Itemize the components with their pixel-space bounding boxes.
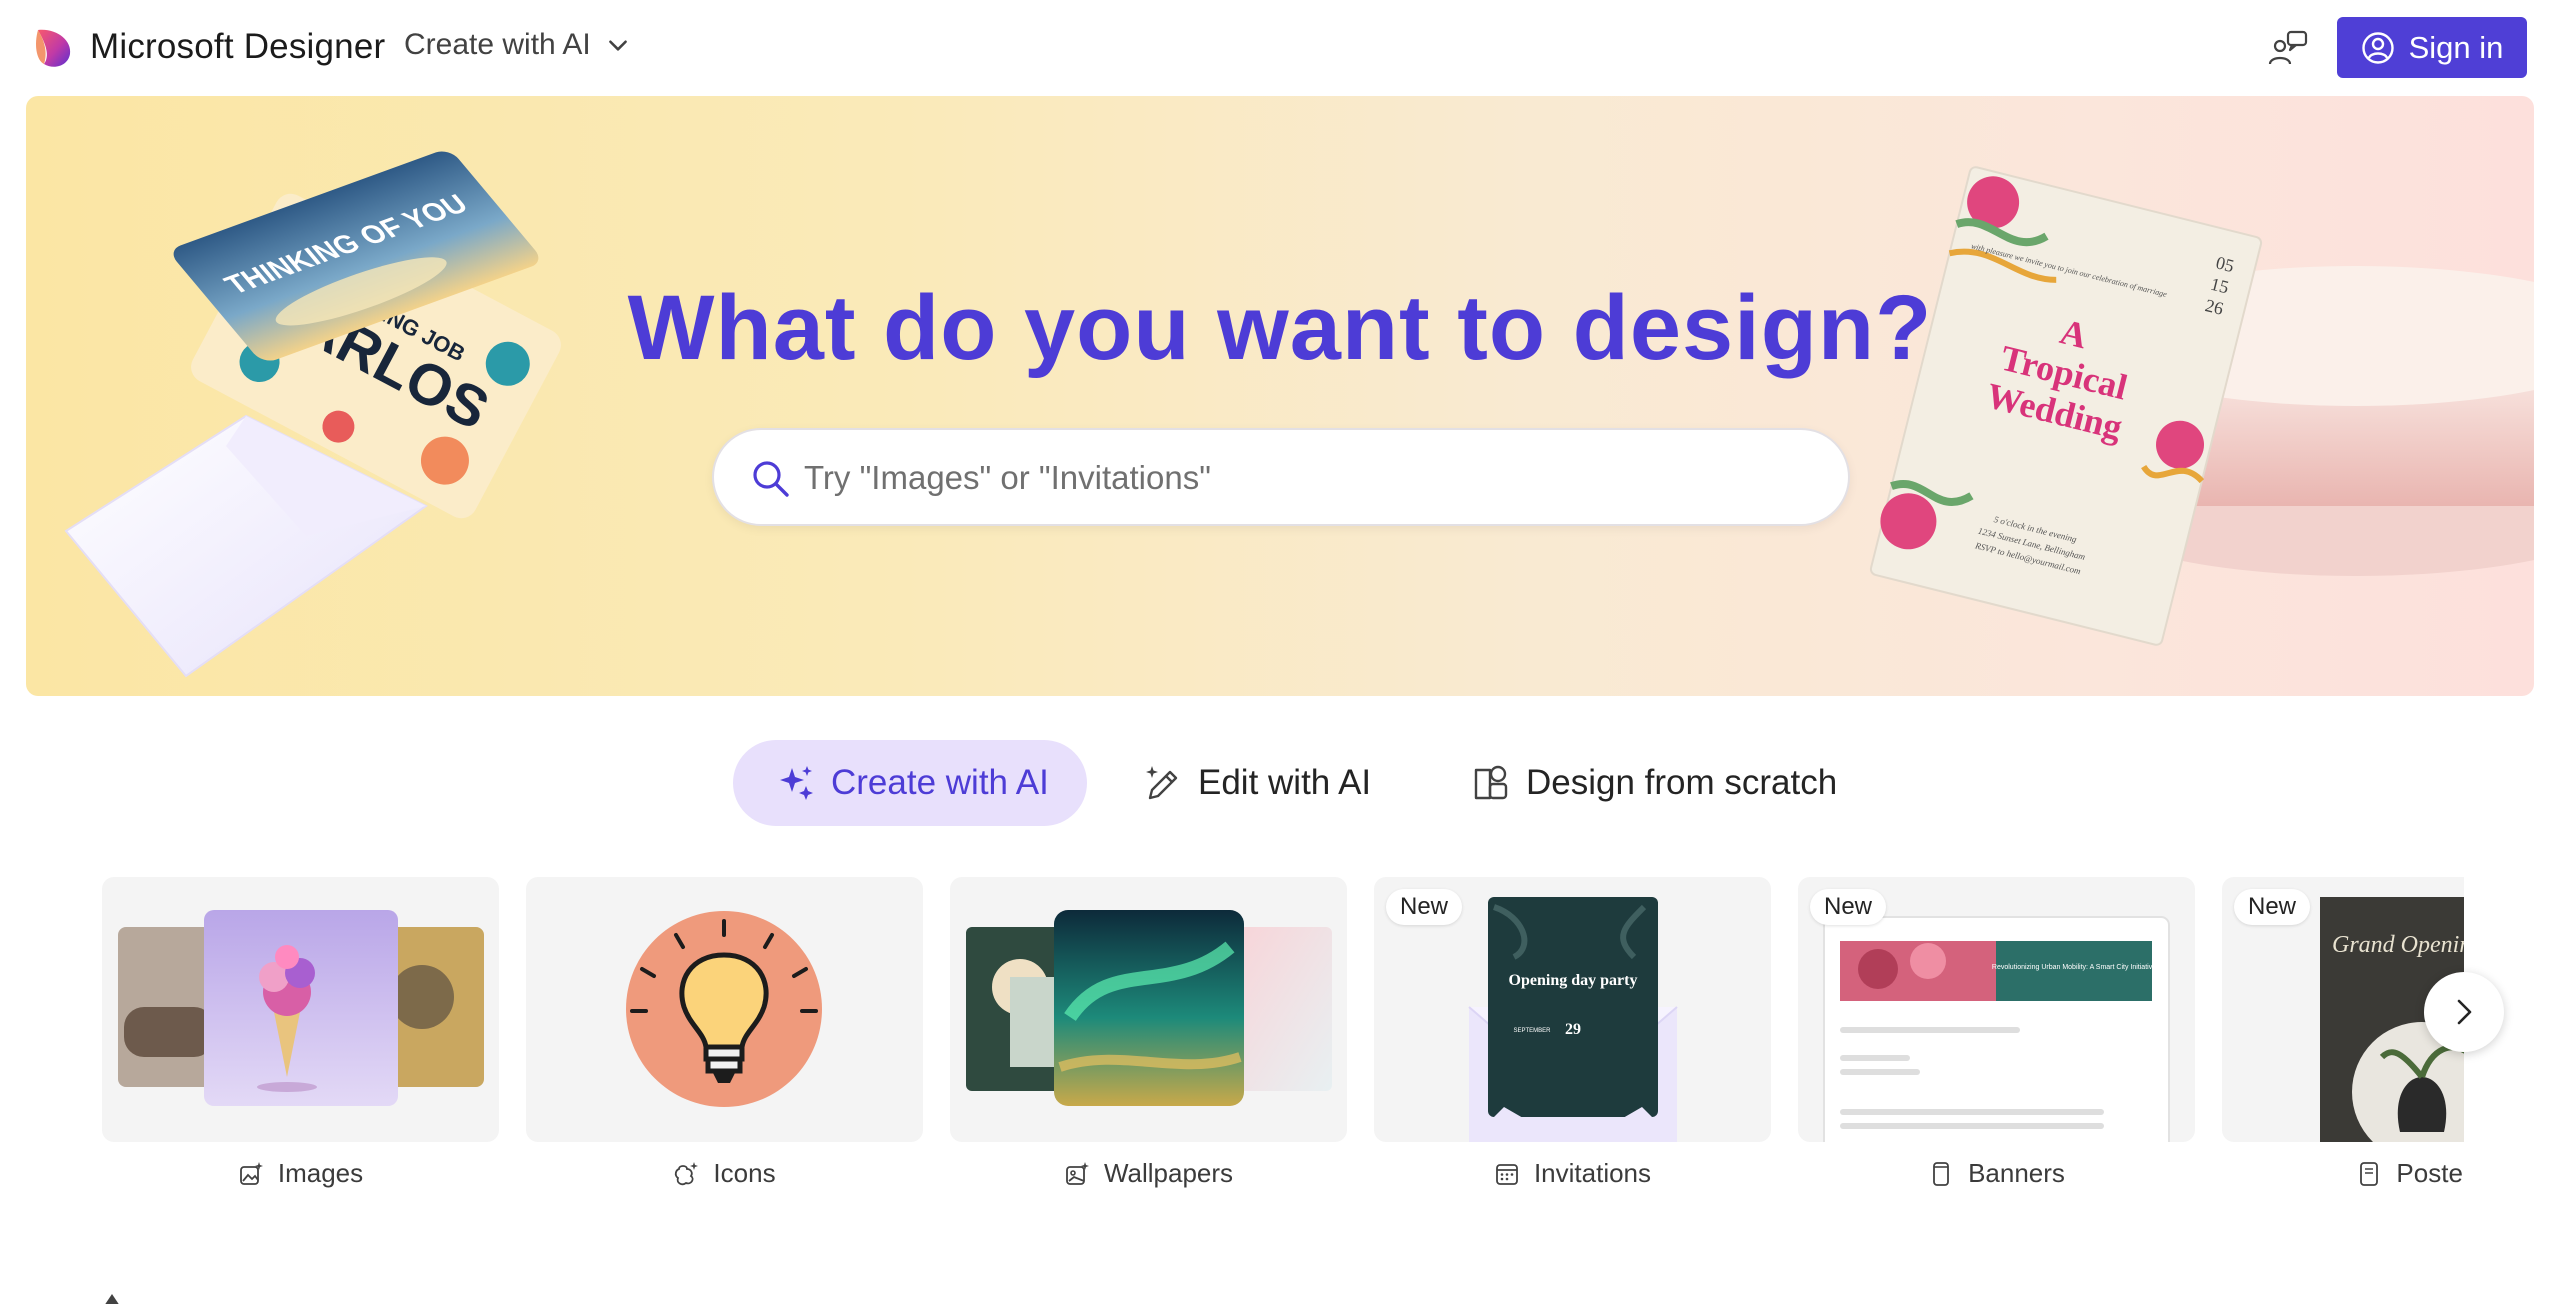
wedding-invitation-illustration: 05 15 26 with pleasure we invite you to … — [1869, 166, 2534, 646]
document-icon — [2360, 1161, 2379, 1186]
card-invitations-preview: Opening day party SEPTEMBER 29 New — [1374, 877, 1771, 1142]
category-carousel: Images Icons Wallpapers Opening day part… — [102, 877, 2464, 1217]
hero-banner: AMAZING JOB CARLOS THINKING OF YOU What … — [26, 96, 2534, 696]
card-images-label: Images — [277, 1158, 364, 1188]
top-bar: Microsoft Designer Create with AI Sign i… — [0, 0, 2560, 96]
card-posters-label: Posters — [2396, 1158, 2464, 1188]
carousel-next-button[interactable] — [2424, 972, 2504, 1052]
invite-preview-day: 29 — [1565, 1021, 1581, 1038]
new-badge: New — [1386, 889, 1463, 925]
feedback-icon[interactable] — [2266, 26, 2310, 70]
card-banners-caption: Banners — [1798, 1158, 2195, 1189]
card-wallpapers-label: Wallpapers — [1103, 1158, 1234, 1188]
card-images[interactable]: Images — [102, 877, 499, 1217]
card-posters[interactable]: Grand Opening New Posters — [2222, 877, 2464, 1217]
card-icons-caption: Icons — [526, 1158, 923, 1189]
new-badge: New — [1810, 889, 1887, 925]
card-wallpapers-caption: Wallpapers — [950, 1158, 1347, 1189]
card-wallpapers[interactable]: Wallpapers — [950, 877, 1347, 1217]
wallpapers-preview-art — [966, 910, 1332, 1106]
search-input[interactable] — [804, 450, 1814, 506]
card-images-preview — [102, 877, 499, 1142]
pen-sparkle-icon — [1146, 766, 1178, 800]
shapes-icon — [1474, 765, 1508, 800]
card-invitations[interactable]: Opening day party SEPTEMBER 29 New Invit… — [1374, 877, 1771, 1217]
card-icons[interactable]: Icons — [526, 877, 923, 1217]
sign-in-button[interactable]: Sign in — [2337, 17, 2527, 78]
tab-create-with-ai-label: Create with AI — [831, 763, 1049, 802]
icons-preview-art — [626, 911, 822, 1107]
phone-icon — [1933, 1161, 1949, 1186]
brand-name[interactable]: Microsoft Designer — [90, 27, 385, 67]
poster-preview-title: Grand Opening — [2332, 932, 2464, 958]
tab-edit-with-ai[interactable]: Edit with AI — [1142, 740, 1371, 826]
design-search-bar[interactable] — [712, 428, 1850, 526]
greeting-cards-illustration: AMAZING JOB CARLOS THINKING OF YOU — [64, 151, 561, 678]
tab-design-from-scratch-label: Design from scratch — [1526, 763, 1838, 802]
chevron-down-icon — [608, 40, 627, 51]
tab-create-with-ai[interactable]: Create with AI — [733, 740, 1087, 826]
card-banners[interactable]: Revolutionizing Urban Mobility: A Smart … — [1798, 877, 2195, 1217]
mode-tabs: Create with AI Edit with AI Design from … — [0, 740, 2560, 826]
card-banners-label: Banners — [1968, 1158, 2065, 1188]
card-images-caption: Images — [102, 1158, 499, 1189]
invite-preview-title: Opening day party — [1509, 972, 1638, 989]
invite-preview-month: SEPTEMBER — [1513, 1028, 1551, 1034]
sign-in-label: Sign in — [2408, 29, 2504, 65]
image-sparkle-icon — [239, 1161, 263, 1185]
icon-sparkle-icon — [675, 1161, 699, 1185]
card-wallpapers-preview — [950, 877, 1347, 1142]
card-posters-caption: Posters — [2222, 1158, 2464, 1189]
create-menu-label: Create with AI — [404, 28, 591, 61]
caret-up-icon — [105, 1294, 119, 1304]
tab-design-from-scratch[interactable]: Design from scratch — [1470, 740, 1837, 826]
images-preview-art — [118, 910, 484, 1106]
chevron-right-icon — [2457, 999, 2472, 1025]
banner-preview-title: Revolutionizing Urban Mobility: A Smart … — [1992, 964, 2156, 971]
create-with-ai-menu[interactable]: Create with AI — [404, 28, 631, 62]
card-icons-label: Icons — [713, 1158, 776, 1188]
designer-logo-icon[interactable] — [34, 26, 74, 70]
calendar-icon — [1496, 1163, 1518, 1185]
search-icon — [753, 461, 789, 497]
new-badge: New — [2234, 889, 2311, 925]
card-invitations-label: Invitations — [1533, 1158, 1652, 1188]
tab-edit-with-ai-label: Edit with AI — [1198, 763, 1372, 802]
card-icons-preview — [526, 877, 923, 1142]
user-circle-icon — [2361, 31, 2394, 64]
wallpaper-icon — [1066, 1161, 1089, 1185]
sparkle-icon — [780, 766, 813, 800]
card-invitations-caption: Invitations — [1374, 1158, 1771, 1189]
card-banners-preview: Revolutionizing Urban Mobility: A Smart … — [1798, 877, 2195, 1142]
